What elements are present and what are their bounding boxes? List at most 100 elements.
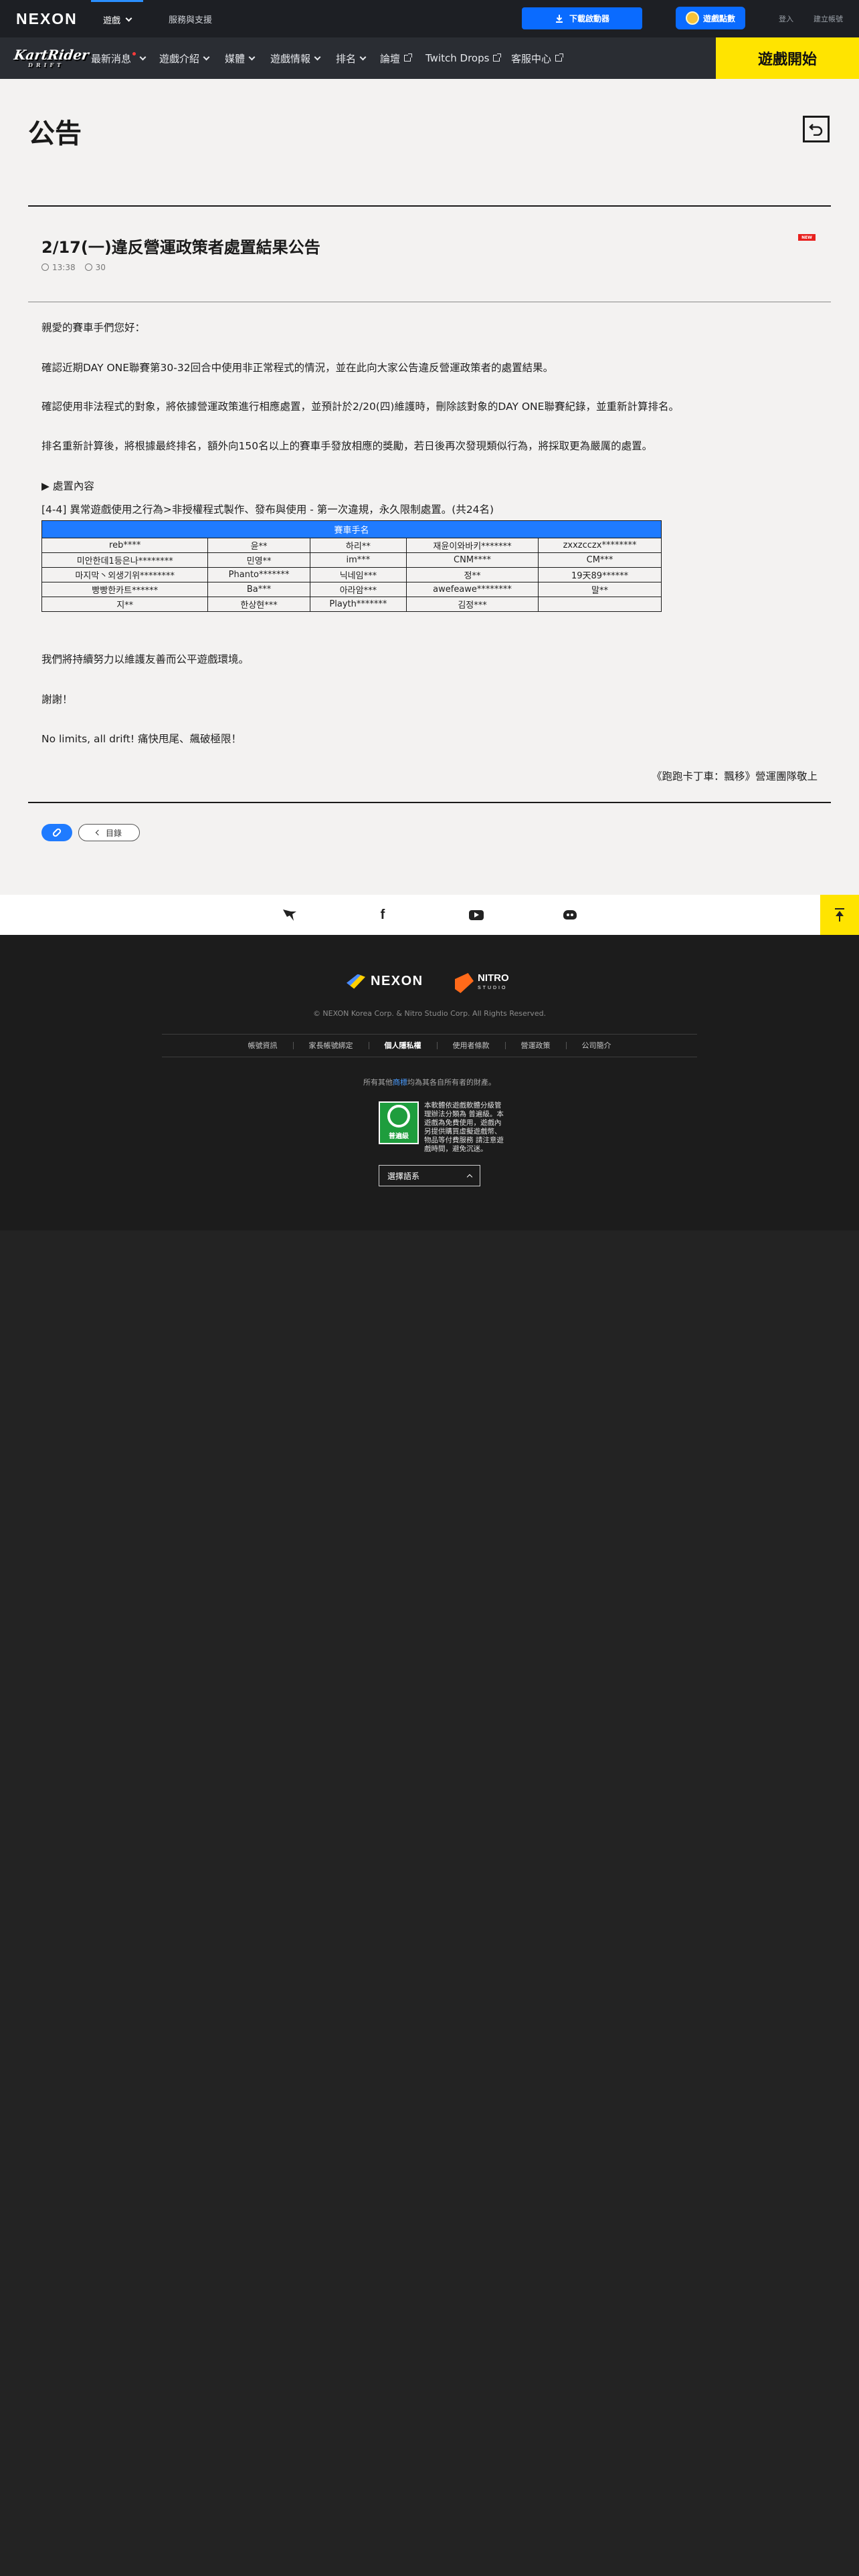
gnav-support[interactable]: 客服中心	[511, 37, 564, 79]
nitro-community-link[interactable]	[279, 904, 300, 926]
table-cell: 김정***	[406, 597, 539, 612]
gnav-forum-label: 論壇	[380, 52, 401, 65]
discord-icon	[563, 910, 577, 920]
rating-circle-icon	[387, 1105, 410, 1128]
post-views: 30	[84, 263, 106, 272]
footer-nexon-logo[interactable]: NEXON	[347, 974, 423, 989]
table-cell: Ba***	[207, 582, 310, 597]
gnav-news[interactable]: 最新消息	[91, 37, 147, 79]
external-link-icon	[555, 53, 564, 62]
chevron-up-icon	[466, 1174, 473, 1180]
gnav-game-info[interactable]: 遊戲情報	[270, 37, 321, 79]
table-cell: CM***	[538, 552, 662, 568]
chevron-down-icon	[139, 53, 147, 60]
table-cell: 한상현***	[207, 597, 310, 612]
clock-icon	[41, 263, 49, 271]
login-link[interactable]: 登入	[779, 13, 793, 24]
arrow-up-head	[836, 911, 844, 916]
table-cell: 닉네임***	[309, 567, 407, 582]
table-cell: 마지막丶외생기위********	[41, 567, 209, 582]
trademark-link[interactable]: 商標	[393, 1078, 407, 1087]
gnav-twitch-drops[interactable]: Twitch Drops	[425, 37, 502, 79]
table-cell: zxxzcczx********	[538, 538, 662, 553]
language-select-label: 選擇語系	[387, 1171, 420, 1181]
download-icon	[555, 14, 563, 23]
table-cell	[538, 597, 662, 612]
top-nav-support[interactable]: 服務與支援	[169, 0, 212, 37]
link-icon	[52, 827, 62, 838]
chevron-down-icon	[314, 53, 321, 60]
social-bar	[0, 895, 859, 935]
nitro-sub: STUDIO	[478, 986, 508, 990]
table-cell: 말**	[538, 582, 662, 597]
top-nav-games[interactable]: 遊戲	[91, 0, 143, 37]
gnav-game-intro-label: 遊戲介紹	[159, 52, 200, 65]
facebook-link[interactable]: f	[372, 904, 393, 926]
nitro-bird-icon	[283, 909, 296, 921]
discord-link[interactable]	[559, 904, 581, 926]
gnav-game-info-label: 遊戲情報	[270, 52, 311, 65]
trademark-suffix: 均為其各自所有者的財產。	[407, 1078, 496, 1087]
kartrider-drift-logo[interactable]: KartRider DRIFT	[11, 47, 90, 74]
gnav-media-label: 媒體	[225, 52, 246, 65]
footer-link-account[interactable]: 帳號資訊	[233, 1041, 294, 1049]
copy-link-button[interactable]	[41, 824, 72, 841]
footer-links: 帳號資訊 家長帳號綁定 個人隱私權 使用者條款 營運政策 公司簡介	[162, 1034, 697, 1057]
post-greeting: 親愛的賽車手們您好：	[41, 322, 146, 334]
footer-nitro-logo[interactable]: NITRO STUDIO	[455, 973, 509, 993]
external-link-icon	[404, 53, 413, 62]
scroll-to-top-button[interactable]	[820, 895, 859, 935]
table-cell: 정**	[406, 567, 539, 582]
arrow-up-icon	[835, 908, 844, 909]
top-nav-games-label: 遊戲	[102, 16, 120, 26]
table-row: 빵빵한카트****** Ba*** 아라암*** awefeawe*******…	[41, 582, 662, 597]
table-cell: im***	[309, 552, 407, 568]
post-thanks: 謝謝！	[41, 693, 73, 706]
footer-link-terms[interactable]: 使用者條款	[438, 1041, 506, 1049]
page-title: 公告	[28, 118, 82, 149]
footer-link-company[interactable]: 公司簡介	[567, 1042, 627, 1049]
post-time: 13:38	[41, 263, 76, 272]
chevron-down-icon	[203, 53, 210, 60]
footer-link-policy[interactable]: 營運政策	[506, 1041, 567, 1049]
copyright: © NEXON Korea Corp. & Nitro Studio Corp.…	[312, 1009, 547, 1018]
register-link[interactable]: 建立帳號	[814, 13, 843, 24]
new-badge: NEW	[798, 234, 816, 241]
nitro-mark-icon	[455, 973, 474, 993]
chevron-left-icon	[95, 829, 102, 836]
chevron-down-icon	[359, 53, 367, 60]
game-start-button[interactable]: 遊戲開始	[716, 37, 859, 79]
download-launcher-button[interactable]: 下載啟動器	[522, 7, 642, 29]
game-points-label: 遊戲點數	[702, 13, 735, 23]
rating-block: 普遍級 本軟體依遊戲軟體分級管理辦法分類為 普遍級。本遊戲為免費使用，遊戲內另提…	[379, 1101, 507, 1154]
language-select[interactable]: 選擇語系	[379, 1165, 480, 1186]
table-cell: Playth*******	[309, 597, 407, 612]
game-points-button[interactable]: 遊戲點數	[676, 7, 745, 29]
gnav-ranking[interactable]: 排名	[336, 37, 367, 79]
section-label: ▶ 處置內容	[41, 480, 94, 492]
table-cell: 19天89******	[538, 567, 662, 582]
eye-icon	[84, 263, 92, 271]
footer-link-privacy[interactable]: 個人隱私權	[369, 1041, 438, 1049]
gnav-forum[interactable]: 論壇	[380, 37, 413, 79]
post-paragraph-4: 我們將持續努力以維護友善而公平遊戲環境。	[41, 653, 250, 665]
page-background	[0, 1230, 859, 2576]
footer-link-parent[interactable]: 家長帳號綁定	[294, 1041, 369, 1049]
game-logo-main: KartRider	[13, 47, 90, 63]
notification-dot	[132, 51, 136, 56]
facebook-icon: f	[380, 907, 385, 922]
list-button[interactable]: 目錄	[78, 824, 140, 841]
divider	[28, 802, 831, 803]
nexon-logo[interactable]: NEXON	[16, 10, 78, 28]
back-to-list-button[interactable]	[803, 116, 830, 142]
youtube-link[interactable]	[466, 904, 487, 926]
post-views-value: 30	[95, 263, 106, 272]
gnav-game-intro[interactable]: 遊戲介紹	[159, 37, 210, 79]
chevron-down-icon	[125, 15, 132, 22]
chevron-down-icon	[248, 53, 256, 60]
table-cell: reb****	[41, 538, 209, 553]
gnav-media[interactable]: 媒體	[225, 37, 256, 79]
gnav-ranking-label: 排名	[336, 52, 357, 65]
table-cell: 빵빵한카트******	[41, 582, 209, 597]
table-cell: 미안한데1등은나********	[41, 552, 209, 568]
